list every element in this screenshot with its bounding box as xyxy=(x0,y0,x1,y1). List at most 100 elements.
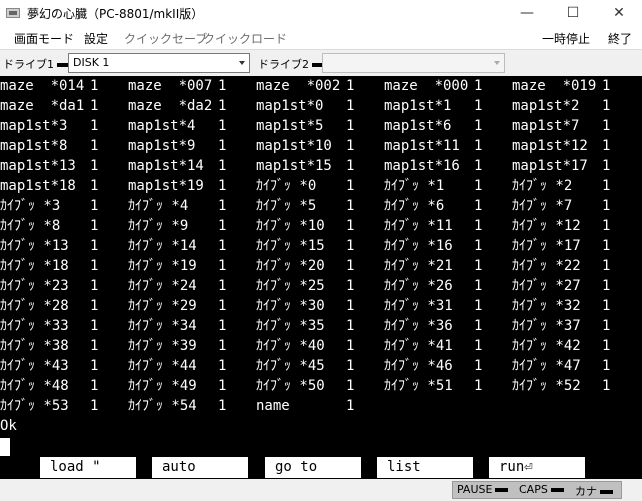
file-name: map1st*1 xyxy=(384,98,452,114)
menu-quick-load[interactable]: クイックロード xyxy=(203,30,287,47)
drive1-select[interactable]: DISK 1 xyxy=(68,53,250,73)
file-size: 1 xyxy=(346,358,355,374)
file-name: ｶｲﾌﾞｯ *37 xyxy=(512,318,581,334)
function-key-4: list xyxy=(377,457,473,478)
chevron-down-icon xyxy=(239,61,245,65)
minimize-button[interactable]: — xyxy=(504,0,550,27)
file-size: 1 xyxy=(602,118,611,134)
menu-quit[interactable]: 終了 xyxy=(608,30,632,47)
file-size: 1 xyxy=(474,358,483,374)
file-name: ｶｲﾌﾞｯ *10 xyxy=(256,218,325,234)
file-size: 1 xyxy=(474,218,483,234)
screen-line: map1st*18 1 map1st*19 1 ｶｲﾌﾞｯ *0 1 ｶｲﾌﾞｯ *1 1 ｶｲ… xyxy=(0,176,642,196)
file-name: ｶｲﾌﾞｯ *48 xyxy=(0,378,69,394)
file-size: 1 xyxy=(90,158,99,174)
emulator-window: 夢幻の心臓（PC-8801/mkII版） — ☐ ✕ 画面モード 設定 クイック… xyxy=(0,0,642,501)
file-size: 1 xyxy=(218,258,227,274)
file-size: 1 xyxy=(474,118,483,134)
file-name: ｶｲﾌﾞｯ *51 xyxy=(384,378,453,394)
file-size: 1 xyxy=(346,258,355,274)
file-name: ｶｲﾌﾞｯ *33 xyxy=(0,318,69,334)
file-name: ｶｲﾌﾞｯ *28 xyxy=(0,298,69,314)
file-size: 1 xyxy=(90,118,99,134)
file-size: 1 xyxy=(90,398,99,414)
screen-line: map1st*3 1 map1st*4 1 map1st*5 1 map1st*6 1 map1… xyxy=(0,116,642,136)
emulator-screen[interactable]: Ok ｶｲﾌﾞｯ *53 1 ｶｲﾌﾞｯ *54 1 name 1 ｶｲﾌﾞｯ *48 1 ｶｲﾌ… xyxy=(0,76,642,479)
file-name: map1st*10 xyxy=(256,138,332,154)
file-name: ｶｲﾌﾞｯ *4 xyxy=(128,198,189,214)
file-size: 1 xyxy=(602,198,611,214)
file-size: 1 xyxy=(474,238,483,254)
file-name: ｶｲﾌﾞｯ *41 xyxy=(384,338,453,354)
file-name: map1st*12 xyxy=(512,138,588,154)
file-size: 1 xyxy=(346,158,355,174)
file-name: ｶｲﾌﾞｯ *25 xyxy=(256,278,325,294)
file-size: 1 xyxy=(218,138,227,154)
screen-line: ｶｲﾌﾞｯ *48 1 ｶｲﾌﾞｯ *49 1 ｶｲﾌﾞｯ *50 1 ｶｲﾌﾞｯ *51 1… xyxy=(0,376,642,396)
screen-line: ｶｲﾌﾞｯ *23 1 ｶｲﾌﾞｯ *24 1 ｶｲﾌﾞｯ *25 1 ｶｲﾌﾞｯ *26 1… xyxy=(0,276,642,296)
file-size: 1 xyxy=(474,338,483,354)
file-name: ｶｲﾌﾞｯ *40 xyxy=(256,338,325,354)
drive2-select[interactable] xyxy=(322,53,505,73)
maximize-button[interactable]: ☐ xyxy=(550,0,596,27)
file-size: 1 xyxy=(90,198,99,214)
file-size: 1 xyxy=(90,178,99,194)
file-name: map1st*17 xyxy=(512,158,588,174)
file-size: 1 xyxy=(90,218,99,234)
menu-quick-save[interactable]: クイックセーブ xyxy=(124,30,207,47)
close-button[interactable]: ✕ xyxy=(596,0,642,27)
menu-screen-mode[interactable]: 画面モード xyxy=(14,30,74,47)
file-size: 1 xyxy=(602,298,611,314)
file-name: ｶｲﾌﾞｯ *34 xyxy=(128,318,197,334)
file-size: 1 xyxy=(346,318,355,334)
file-size: 1 xyxy=(602,78,611,94)
file-size: 1 xyxy=(218,158,227,174)
file-name: ｶｲﾌﾞｯ *36 xyxy=(384,318,453,334)
pause-indicator: PAUSE xyxy=(457,483,509,496)
file-size: 1 xyxy=(474,258,483,274)
file-name: map1st*9 xyxy=(128,138,196,154)
screen-line: ｶｲﾌﾞｯ *38 1 ｶｲﾌﾞｯ *39 1 ｶｲﾌﾞｯ *40 1 ｶｲﾌﾞｯ *41 1… xyxy=(0,336,642,356)
menu-settings[interactable]: 設定 xyxy=(84,30,108,47)
file-size: 1 xyxy=(346,78,355,94)
file-name: ｶｲﾌﾞｯ *9 xyxy=(128,218,189,234)
file-name: ｶｲﾌﾞｯ *7 xyxy=(512,198,573,214)
file-name: ｶｲﾌﾞｯ *32 xyxy=(512,298,581,314)
file-name: map1st*6 xyxy=(384,118,452,134)
file-size: 1 xyxy=(346,338,355,354)
file-name: ｶｲﾌﾞｯ *26 xyxy=(384,278,453,294)
file-size: 1 xyxy=(602,338,611,354)
file-size: 1 xyxy=(218,218,227,234)
file-name: ｶｲﾌﾞｯ *3 xyxy=(0,198,61,214)
file-name: ｶｲﾌﾞｯ *23 xyxy=(0,278,69,294)
file-name: ｶｲﾌﾞｯ *47 xyxy=(512,358,581,374)
file-size: 1 xyxy=(346,298,355,314)
file-size: 1 xyxy=(474,318,483,334)
status-bar: PAUSE CAPS カナ xyxy=(0,479,642,501)
file-size: 1 xyxy=(218,198,227,214)
kana-lamp xyxy=(600,490,613,494)
file-name: ｶｲﾌﾞｯ *53 xyxy=(0,398,69,414)
file-size: 1 xyxy=(218,118,227,134)
file-size: 1 xyxy=(218,238,227,254)
file-name: ｶｲﾌﾞｯ *39 xyxy=(128,338,197,354)
file-name: map1st*3 xyxy=(0,118,68,134)
app-icon xyxy=(6,8,20,18)
file-name: ｶｲﾌﾞｯ *2 xyxy=(512,178,573,194)
drive-toolbar: ドライブ1 DISK 1 ドライブ2 xyxy=(0,50,642,76)
file-name: Ok xyxy=(0,418,17,434)
file-name: map1st*7 xyxy=(512,118,580,134)
caps-indicator: CAPS xyxy=(519,483,564,496)
screen-line: ｶｲﾌﾞｯ *13 1 ｶｲﾌﾞｯ *14 1 ｶｲﾌﾞｯ *15 1 ｶｲﾌﾞｯ *16 1… xyxy=(0,236,642,256)
menu-pause[interactable]: 一時停止 xyxy=(542,30,590,47)
status-indicators: PAUSE CAPS カナ xyxy=(452,481,622,499)
file-name: ｶｲﾌﾞｯ *8 xyxy=(0,218,61,234)
file-name: ｶｲﾌﾞｯ *13 xyxy=(0,238,69,254)
file-size: 1 xyxy=(346,178,355,194)
file-name: ｶｲﾌﾞｯ *49 xyxy=(128,378,197,394)
file-name: ｶｲﾌﾞｯ *11 xyxy=(384,218,453,234)
file-name: map1st*16 xyxy=(384,158,460,174)
file-size: 1 xyxy=(602,278,611,294)
file-name: ｶｲﾌﾞｯ *5 xyxy=(256,198,317,214)
file-name: ｶｲﾌﾞｯ *22 xyxy=(512,258,581,274)
